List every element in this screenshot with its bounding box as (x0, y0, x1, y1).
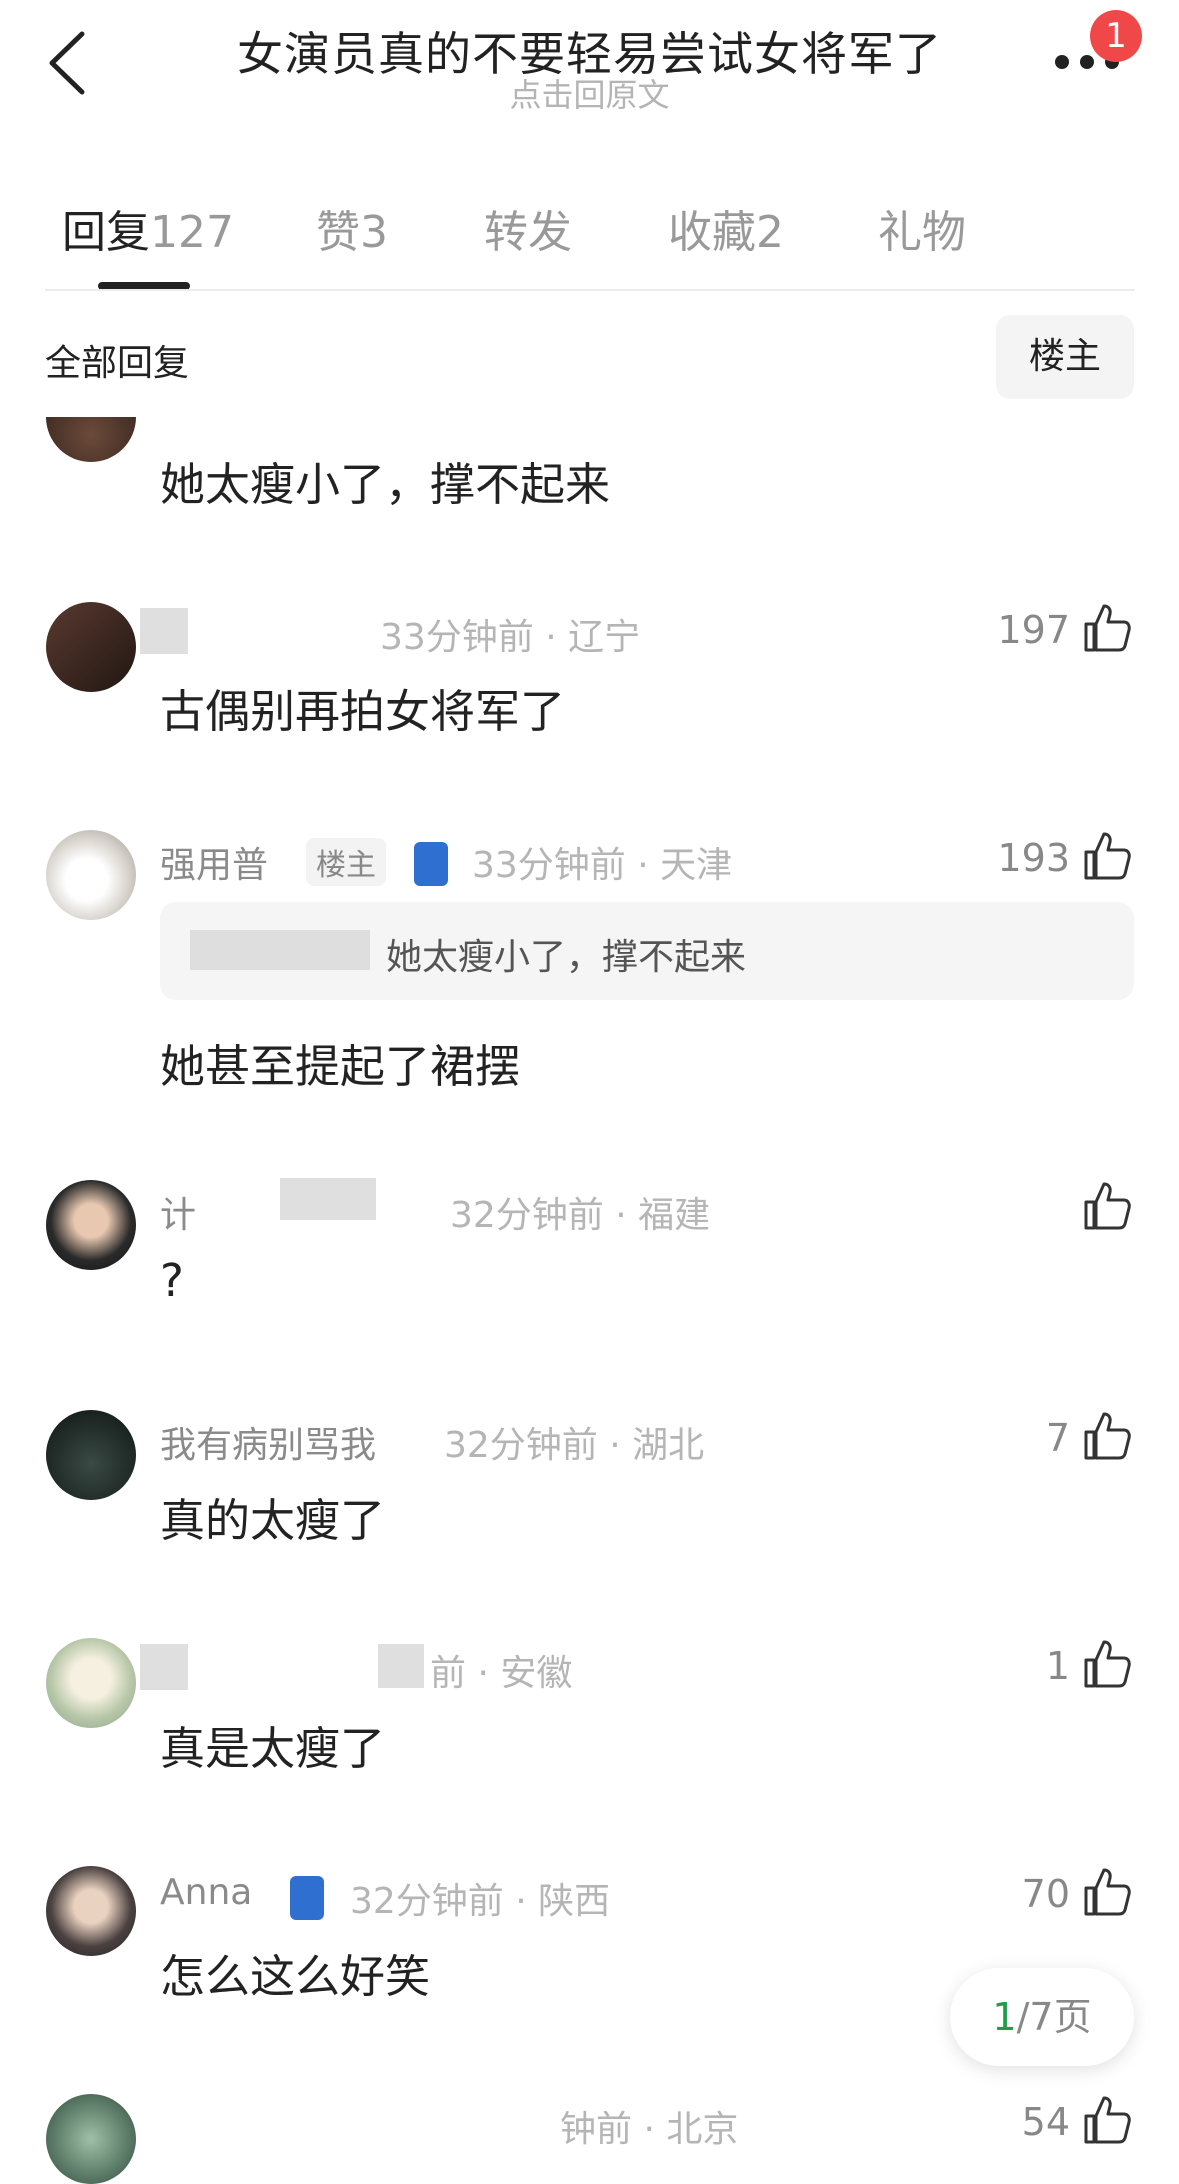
like-count: 7 (1045, 1416, 1070, 1460)
thumbs-up-icon[interactable] (1082, 1866, 1132, 1918)
comment-author[interactable]: 计 (160, 1186, 196, 1238)
comment-meta: 32分钟前 · 福建 (450, 1195, 711, 1236)
comment-author[interactable]: 我有病别骂我 (160, 1416, 376, 1468)
tab-count: 127 (150, 207, 234, 258)
tab-divider (45, 289, 1135, 291)
comment-meta: 钟前 · 北京 (560, 2109, 739, 2150)
tab-replies[interactable]: 回复127 (62, 196, 234, 260)
avatar[interactable] (46, 1410, 136, 1500)
tab-count: 3 (360, 207, 388, 258)
like-count: 1 (1045, 1644, 1070, 1688)
thumbs-up-icon[interactable] (1082, 2094, 1132, 2146)
all-replies-label: 全部回复 (45, 343, 190, 384)
redacted-name (280, 1178, 376, 1220)
medal-icon (414, 842, 448, 886)
like-count: 70 (1021, 1872, 1070, 1916)
thumbs-up-icon[interactable] (1082, 1638, 1132, 1690)
comment-meta: 33分钟前 · 辽宁 (380, 617, 641, 658)
comment-meta: 32分钟前 · 湖北 (444, 1425, 705, 1466)
comment-body: 古偶别再拍女将军了 (160, 685, 566, 738)
comment-body: 她甚至提起了裙摆 (160, 1040, 521, 1093)
tab-label: 收藏 (668, 207, 756, 258)
tab-gifts[interactable]: 礼物 (878, 196, 966, 260)
avatar[interactable] (46, 830, 136, 920)
notification-badge: 1 (1090, 10, 1142, 62)
redacted-name (190, 930, 370, 970)
avatar[interactable] (46, 602, 136, 692)
owner-tag: 楼主 (306, 838, 386, 886)
tab-likes[interactable]: 赞3 (316, 196, 388, 260)
tab-label: 回复 (62, 207, 150, 258)
tab-count: 2 (756, 207, 784, 258)
comment-meta: 33分钟前 · 天津 (472, 845, 733, 886)
page-indicator[interactable]: 1/7页 (950, 1968, 1134, 2066)
like-count: 197 (997, 608, 1070, 652)
tab-reposts[interactable]: 转发 (484, 196, 572, 260)
avatar[interactable] (46, 1638, 136, 1728)
comment-author[interactable]: 强用普 (160, 836, 268, 888)
avatar[interactable] (46, 1866, 136, 1956)
thumbs-up-icon[interactable] (1082, 830, 1132, 882)
tab-favorites[interactable]: 收藏2 (668, 196, 784, 260)
redacted-name (378, 1644, 424, 1688)
quoted-reply-text: 她太瘦小了，撑不起来 (386, 937, 747, 978)
current-page: 1 (992, 1995, 1017, 2039)
comment-body: ? (160, 1254, 184, 1307)
thumbs-up-icon[interactable] (1082, 602, 1132, 654)
redacted-name (140, 1644, 188, 1690)
avatar[interactable] (46, 1180, 136, 1270)
like-count: 193 (997, 836, 1070, 880)
comment-body: 真的太瘦了 (160, 1494, 386, 1547)
comment-body: 真是太瘦了 (160, 1722, 386, 1775)
like-count: 54 (1021, 2100, 1070, 2144)
comment-body: 怎么这么好笑 (160, 1950, 431, 2003)
redacted-name (140, 608, 188, 654)
owner-only-filter-button[interactable]: 楼主 (996, 315, 1134, 399)
tab-label: 赞 (316, 207, 360, 258)
tab-label: 礼物 (878, 207, 966, 258)
back-to-original-link[interactable]: 点击回原文 (0, 70, 1179, 116)
thumbs-up-icon[interactable] (1082, 1180, 1132, 1232)
comment-author[interactable]: Anna (160, 1872, 252, 1913)
total-pages: /7页 (1016, 1995, 1092, 2039)
comment-meta: 32分钟前 · 陕西 (350, 1881, 611, 1922)
tab-label: 转发 (484, 207, 572, 258)
avatar[interactable] (46, 2094, 136, 2184)
medal-icon (290, 1876, 324, 1920)
comment-meta: 前 · 安徽 (430, 1653, 573, 1694)
comment-body: 她太瘦小了，撑不起来 (160, 458, 611, 511)
thumbs-up-icon[interactable] (1082, 1410, 1132, 1462)
